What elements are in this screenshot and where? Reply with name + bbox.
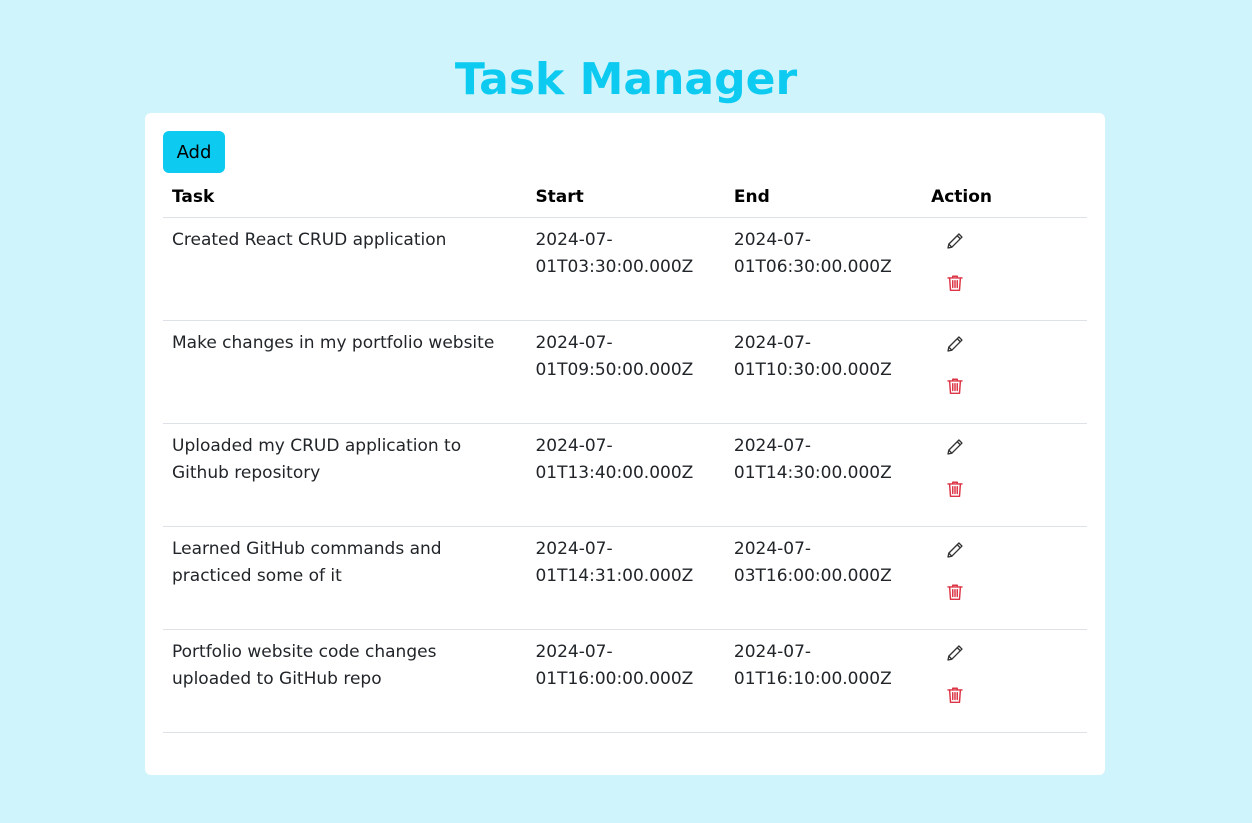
column-header-task: Task (163, 177, 527, 218)
delete-trash-icon[interactable] (943, 683, 967, 707)
start-cell: 2024-07-01T03:30:00.000Z (526, 217, 725, 321)
edit-pencil-icon[interactable] (943, 332, 967, 356)
table-row: Make changes in my portfolio website 202… (163, 320, 1087, 424)
delete-trash-icon[interactable] (943, 477, 967, 501)
task-cell: Make changes in my portfolio website (163, 320, 527, 424)
add-task-button[interactable]: Add (163, 131, 225, 173)
delete-trash-icon[interactable] (943, 271, 967, 295)
action-cell (922, 526, 1087, 630)
page-title: Task Manager (454, 54, 798, 105)
start-cell: 2024-07-01T13:40:00.000Z (526, 423, 725, 527)
action-cell (922, 629, 1087, 733)
column-header-start: Start (526, 177, 725, 218)
end-cell: 2024-07-03T16:00:00.000Z (724, 526, 923, 630)
column-header-end: End (724, 177, 923, 218)
task-table: Task Start End Action Created React CRUD… (163, 177, 1087, 733)
delete-trash-icon[interactable] (943, 580, 967, 604)
end-cell: 2024-07-01T16:10:00.000Z (724, 629, 923, 733)
table-row: Created React CRUD application 2024-07-0… (163, 217, 1087, 321)
table-header-row: Task Start End Action (163, 177, 1087, 218)
end-cell: 2024-07-01T10:30:00.000Z (724, 320, 923, 424)
delete-trash-icon[interactable] (943, 374, 967, 398)
action-cell (922, 320, 1087, 424)
task-cell: Uploaded my CRUD application to Github r… (163, 423, 527, 527)
edit-pencil-icon[interactable] (943, 229, 967, 253)
table-row: Learned GitHub commands and practiced so… (163, 526, 1087, 630)
task-cell: Portfolio website code changes uploaded … (163, 629, 527, 733)
action-cell (922, 217, 1087, 321)
start-cell: 2024-07-01T09:50:00.000Z (526, 320, 725, 424)
edit-pencil-icon[interactable] (943, 538, 967, 562)
start-cell: 2024-07-01T16:00:00.000Z (526, 629, 725, 733)
end-cell: 2024-07-01T06:30:00.000Z (724, 217, 923, 321)
action-cell (922, 423, 1087, 527)
table-row: Portfolio website code changes uploaded … (163, 629, 1087, 733)
end-cell: 2024-07-01T14:30:00.000Z (724, 423, 923, 527)
column-header-action: Action (922, 177, 1087, 218)
edit-pencil-icon[interactable] (943, 641, 967, 665)
task-cell: Created React CRUD application (163, 217, 527, 321)
task-card: Add Task Start End Action Created React … (145, 113, 1105, 775)
start-cell: 2024-07-01T14:31:00.000Z (526, 526, 725, 630)
edit-pencil-icon[interactable] (943, 435, 967, 459)
table-row: Uploaded my CRUD application to Github r… (163, 423, 1087, 527)
task-cell: Learned GitHub commands and practiced so… (163, 526, 527, 630)
